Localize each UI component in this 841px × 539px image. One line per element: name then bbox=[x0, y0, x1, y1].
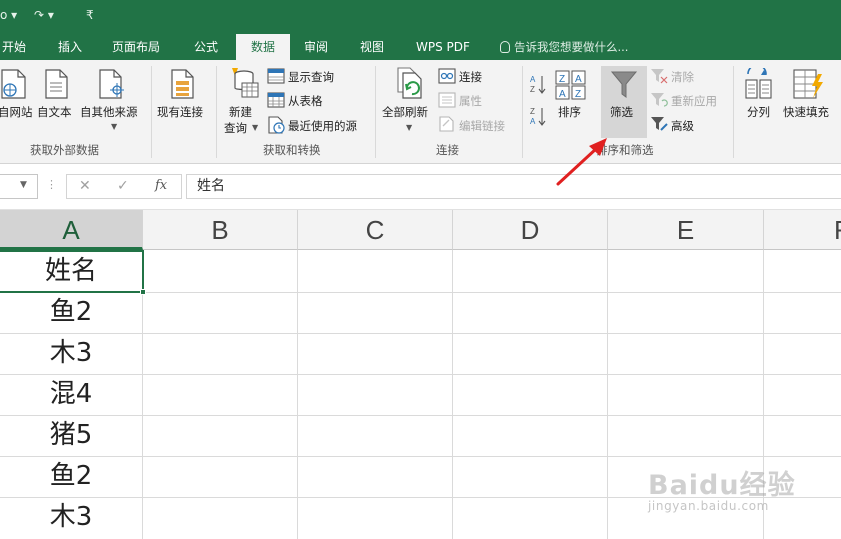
annotation-arrow bbox=[556, 138, 607, 186]
baidu-watermark-url: jingyan.baidu.com bbox=[648, 499, 769, 513]
baidu-watermark-logo: Baidu经验 bbox=[648, 470, 796, 501]
